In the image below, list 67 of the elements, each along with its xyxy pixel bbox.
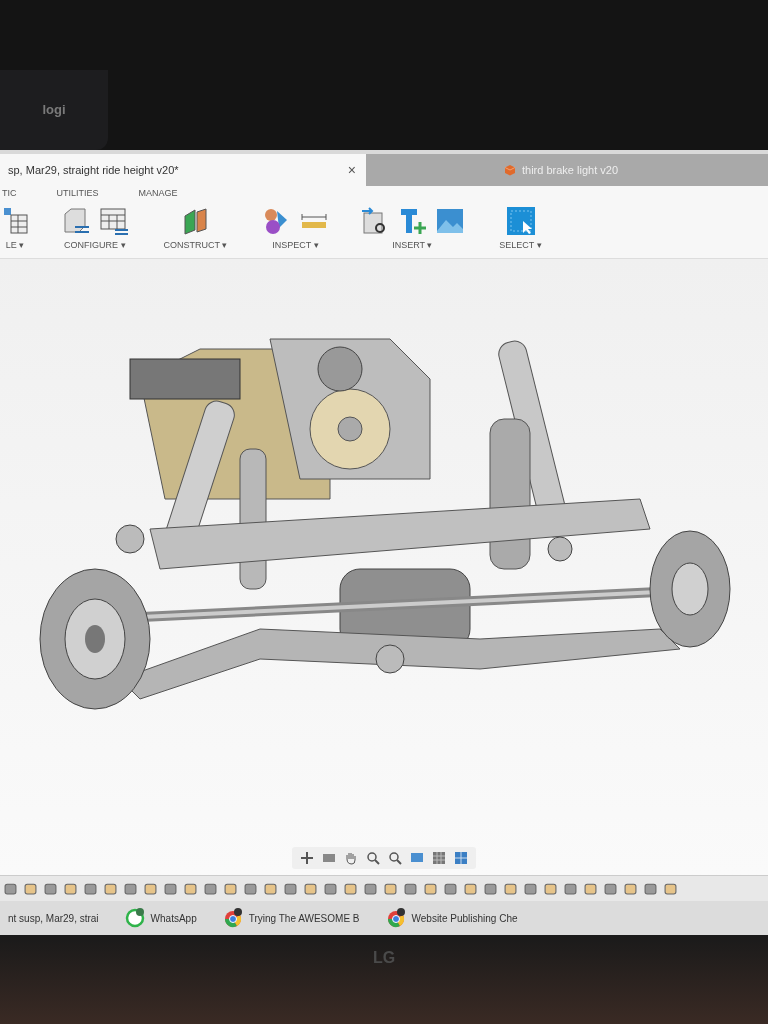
- timeline-feature-icon[interactable]: [84, 882, 97, 895]
- chat-bubble-icon: [124, 908, 145, 928]
- timeline-feature-icon[interactable]: [324, 882, 337, 895]
- timeline-feature-icon[interactable]: [404, 882, 417, 895]
- timeline-feature-icon[interactable]: [484, 882, 497, 895]
- timeline-feature-icon[interactable]: [364, 882, 377, 895]
- browser-icon: [385, 908, 406, 928]
- monitor-icon[interactable]: [322, 851, 336, 865]
- timeline-feature-icon[interactable]: [24, 882, 37, 895]
- timeline-feature-icon[interactable]: [304, 882, 317, 895]
- browser-icon: [222, 908, 243, 928]
- timeline-feature-icon[interactable]: [604, 882, 617, 895]
- timeline-feature-icon[interactable]: [104, 882, 117, 895]
- timeline-feature-icon[interactable]: [244, 882, 257, 895]
- image-icon[interactable]: [435, 206, 466, 236]
- pan-hand-icon[interactable]: [344, 851, 358, 865]
- select-icon[interactable]: [505, 206, 536, 236]
- toolbar-group-button[interactable]: SELECT ▾: [495, 238, 546, 252]
- timeline-feature-icon[interactable]: [204, 882, 217, 895]
- timeline-feature-icon[interactable]: [504, 882, 517, 895]
- zoom-icon[interactable]: [366, 851, 380, 865]
- viewports-icon[interactable]: [454, 851, 468, 865]
- timeline-feature-icon[interactable]: [44, 882, 57, 895]
- timeline-feature-icon[interactable]: [284, 882, 297, 895]
- timeline-feature-icon[interactable]: [464, 882, 477, 895]
- timeline-feature-icon[interactable]: [184, 882, 197, 895]
- timeline-feature-icon[interactable]: [424, 882, 437, 895]
- webcam-logo: logi: [42, 102, 66, 119]
- timeline-feature-icon[interactable]: [524, 882, 537, 895]
- timeline-feature-icon[interactable]: [64, 882, 77, 895]
- timeline-feature-icon[interactable]: [624, 882, 637, 895]
- toolbar-group-button[interactable]: CONFIGURE ▾: [60, 238, 130, 252]
- taskbar-item[interactable]: Trying The AWESOME B: [218, 906, 364, 930]
- timeline-feature-icon[interactable]: [564, 882, 577, 895]
- timeline-feature-icon[interactable]: [444, 882, 457, 895]
- zoom-window-icon[interactable]: [388, 851, 402, 865]
- grid-arrows-icon[interactable]: [98, 206, 129, 236]
- document-tab[interactable]: sp, Mar29, straight ride height v20* ×: [0, 154, 366, 186]
- toolbar-group-button[interactable]: INSPECT ▾: [268, 238, 323, 252]
- taskbar-item[interactable]: nt susp, Mar29, strai: [4, 910, 103, 926]
- timeline-feature-icon[interactable]: [544, 882, 557, 895]
- timeline-feature-icon[interactable]: [144, 882, 157, 895]
- orbit-icon[interactable]: [300, 851, 314, 865]
- toolbar-tab[interactable]: MANAGE: [136, 188, 180, 202]
- toolbar-group-button[interactable]: LE ▾: [1, 238, 29, 252]
- timeline-feature-icon[interactable]: [344, 882, 357, 895]
- toolbar-tab[interactable]: TIC: [0, 188, 19, 202]
- timeline-feature-icon[interactable]: [124, 882, 137, 895]
- document-title: sp, Mar29, straight ride height v20*: [8, 164, 179, 176]
- timeline-feature-icon[interactable]: [264, 882, 277, 895]
- timeline-feature-icon[interactable]: [224, 882, 237, 895]
- document-title: third brake light v20: [522, 164, 618, 176]
- toolbar-group-button[interactable]: CONSTRUCT ▾: [159, 238, 232, 252]
- grid-icon[interactable]: [432, 851, 446, 865]
- close-tab-button[interactable]: ×: [345, 162, 358, 178]
- timeline-feature-icon[interactable]: [164, 882, 177, 895]
- cube-icon: [504, 164, 516, 176]
- display-settings-icon[interactable]: [410, 851, 424, 865]
- timeline-feature-icon[interactable]: [644, 882, 657, 895]
- timeline-feature-icon[interactable]: [4, 882, 17, 895]
- timeline-feature-icon[interactable]: [384, 882, 397, 895]
- toolbar-group-button[interactable]: INSERT ▾: [388, 238, 437, 252]
- toolbar-tab[interactable]: UTILITIES: [54, 188, 101, 202]
- timeline-feature-icon[interactable]: [584, 882, 597, 895]
- timeline-feature-icon[interactable]: [664, 882, 677, 895]
- taskbar-item[interactable]: WhatsApp: [120, 906, 201, 930]
- taskbar-item[interactable]: Website Publishing Che: [381, 906, 522, 930]
